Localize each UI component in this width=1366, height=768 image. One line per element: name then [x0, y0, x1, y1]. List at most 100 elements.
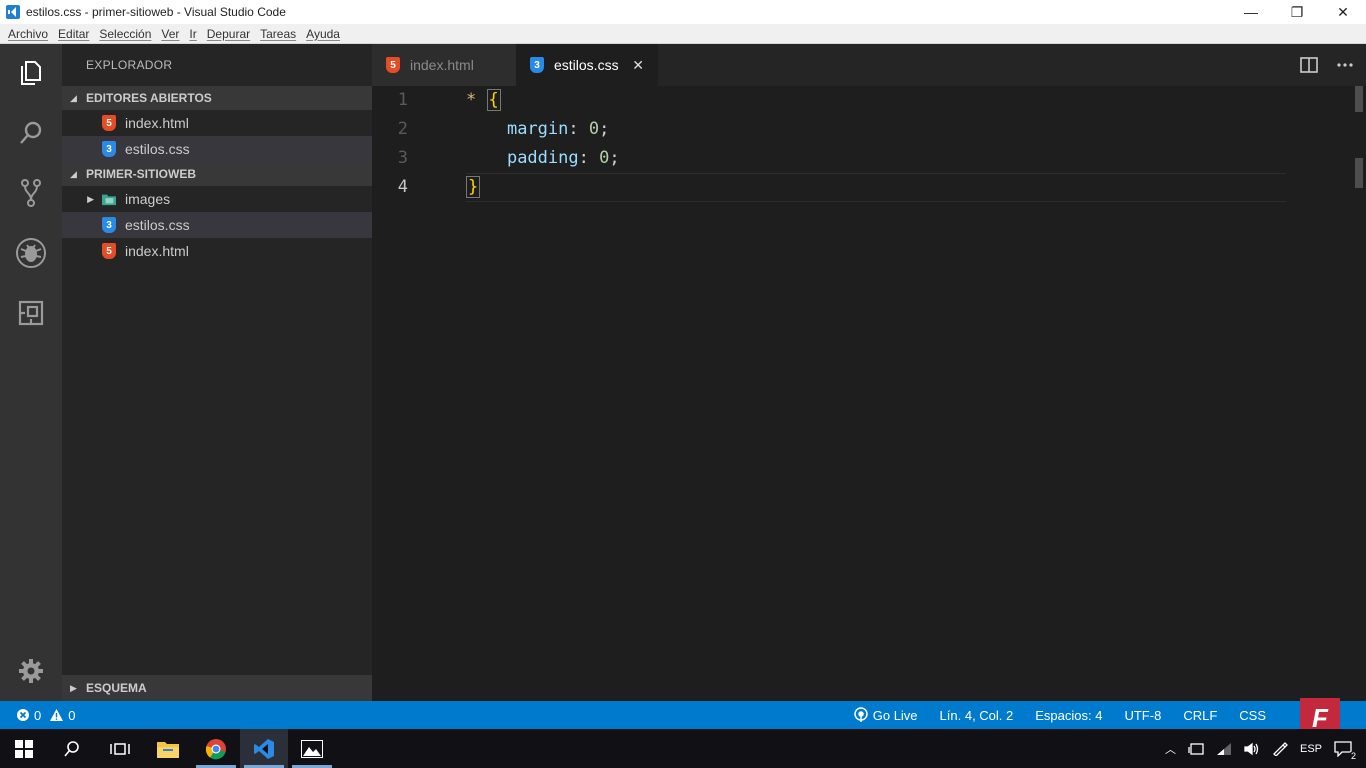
files-icon — [21, 61, 41, 85]
eol-setting[interactable]: CRLF — [1183, 708, 1217, 723]
search-activity[interactable] — [0, 104, 62, 162]
open-editor-item[interactable]: 5 index.html — [62, 110, 372, 136]
file-item-index-html[interactable]: 5 index.html — [62, 238, 372, 264]
windows-taskbar: ︿ ESP 2 — [0, 729, 1366, 768]
go-live-button[interactable]: Go Live — [853, 707, 918, 723]
menu-ver[interactable]: Ver — [161, 27, 179, 41]
search-icon — [64, 740, 79, 757]
menu-bar: Archivo Editar Selección Ver Ir Depurar … — [0, 24, 1366, 44]
search-icon — [20, 121, 42, 144]
activity-bar — [0, 44, 62, 701]
outline-header[interactable]: ▶ ESQUEMA — [62, 675, 372, 701]
menu-editar[interactable]: Editar — [58, 27, 89, 41]
gear-icon — [19, 659, 43, 683]
debug-icon — [16, 238, 46, 268]
css-file-icon: 3 — [102, 141, 116, 157]
css-file-icon: 3 — [102, 217, 116, 233]
chevron-right-icon: ▶ — [70, 682, 77, 693]
chevron-down-icon: ◢ — [70, 92, 77, 103]
scrollbar-marker — [1355, 158, 1363, 188]
code-line: padding: 0; — [506, 148, 620, 168]
problems-indicator[interactable]: 0 0 — [0, 708, 75, 723]
editor-tabs: 5 index.html 3 estilos.css ✕ — [372, 44, 1366, 86]
volume-icon[interactable] — [1244, 742, 1260, 756]
notification-count: 2 — [1348, 750, 1358, 761]
vscode-icon — [254, 738, 274, 759]
debug-activity[interactable] — [0, 224, 62, 282]
code-line: margin: 0; — [506, 119, 610, 139]
window-title: estilos.css - primer-sitioweb - Visual S… — [26, 5, 286, 19]
photos-icon — [301, 739, 323, 758]
chrome-taskbar[interactable] — [192, 729, 240, 768]
code-line: } — [466, 176, 481, 198]
open-editor-item[interactable]: 3 estilos.css — [62, 136, 372, 162]
minimize-button[interactable]: — — [1228, 0, 1274, 24]
folder-images-icon — [102, 191, 116, 207]
extensions-activity[interactable] — [0, 284, 62, 342]
tab-estilos-css[interactable]: 3 estilos.css ✕ — [516, 44, 658, 86]
more-actions-icon[interactable] — [1336, 62, 1354, 68]
task-view-button[interactable] — [96, 729, 144, 768]
system-tray: ︿ ESP 2 — [1165, 740, 1366, 761]
action-center-button[interactable]: 2 — [1334, 740, 1358, 761]
menu-archivo[interactable]: Archivo — [8, 27, 48, 41]
project-folder-header[interactable]: ◢ PRIMER-SITIOWEB — [62, 162, 372, 186]
start-button[interactable] — [0, 729, 48, 768]
explorer-activity[interactable] — [0, 44, 62, 102]
maximize-button[interactable]: ❐ — [1274, 0, 1320, 24]
vscode-taskbar[interactable] — [240, 729, 288, 768]
line-number-gutter: 1 2 3 4 — [372, 86, 444, 202]
line-number-current: 4 — [397, 177, 408, 197]
photos-taskbar[interactable] — [288, 729, 336, 768]
vscode-window: estilos.css - primer-sitioweb - Visual S… — [0, 0, 1366, 768]
close-tab-icon[interactable]: ✕ — [632, 57, 644, 74]
menu-ayuda[interactable]: Ayuda — [306, 27, 340, 41]
split-editor-icon[interactable] — [1300, 57, 1318, 73]
task-view-icon — [110, 742, 130, 755]
status-bar: 0 0 Go Live Lín. 4, Col. 2 Espacios: 4 U… — [0, 701, 1366, 729]
menu-seleccion[interactable]: Selección — [99, 27, 151, 41]
html-file-icon: 5 — [102, 243, 116, 259]
close-window-button[interactable]: ✕ — [1320, 0, 1366, 24]
input-language[interactable]: ESP — [1300, 743, 1322, 755]
file-item-estilos-css[interactable]: 3 estilos.css — [62, 212, 372, 238]
cursor-position[interactable]: Lín. 4, Col. 2 — [940, 708, 1014, 723]
device-icon[interactable] — [1188, 742, 1204, 756]
html-file-icon: 5 — [102, 115, 116, 131]
line-number: 3 — [397, 148, 408, 168]
code-editor[interactable]: 1 2 3 4 * { margin: 0; padding: 0; } — [372, 86, 1366, 701]
css-file-icon: 3 — [530, 57, 544, 73]
extensions-icon — [18, 300, 44, 326]
vscode-logo-icon — [6, 5, 20, 19]
folder-item-images[interactable]: ▶ images — [62, 186, 372, 212]
code-content: * { margin: 0; padding: 0; } — [466, 86, 620, 202]
indentation-setting[interactable]: Espacios: 4 — [1035, 708, 1102, 723]
encoding-setting[interactable]: UTF-8 — [1124, 708, 1161, 723]
broadcast-icon — [853, 707, 868, 722]
error-icon — [17, 709, 29, 721]
tab-index-html[interactable]: 5 index.html — [372, 44, 516, 86]
warning-icon — [50, 709, 64, 721]
editor-actions — [1300, 44, 1354, 86]
chevron-up-icon[interactable]: ︿ — [1165, 741, 1176, 757]
html-file-icon: 5 — [386, 57, 400, 73]
language-mode[interactable]: CSS — [1239, 708, 1266, 723]
open-editors-header[interactable]: ◢ EDITORES ABIERTOS — [62, 86, 372, 110]
network-icon[interactable] — [1216, 742, 1232, 756]
file-explorer-taskbar[interactable] — [144, 729, 192, 768]
code-line: * { — [466, 89, 501, 111]
source-control-icon — [21, 179, 41, 207]
title-bar: estilos.css - primer-sitioweb - Visual S… — [0, 0, 1366, 24]
menu-depurar[interactable]: Depurar — [207, 27, 250, 41]
menu-ir[interactable]: Ir — [189, 27, 196, 41]
vertical-scrollbar[interactable] — [1352, 86, 1366, 701]
source-control-activity[interactable] — [0, 164, 62, 222]
windows-logo-icon — [15, 739, 33, 758]
taskbar-search-button[interactable] — [48, 729, 96, 768]
folder-icon — [157, 741, 179, 758]
settings-activity[interactable] — [0, 642, 62, 700]
line-number: 1 — [397, 90, 408, 110]
menu-tareas[interactable]: Tareas — [260, 27, 296, 41]
scrollbar-thumb[interactable] — [1355, 86, 1363, 112]
pen-icon[interactable] — [1272, 741, 1288, 756]
